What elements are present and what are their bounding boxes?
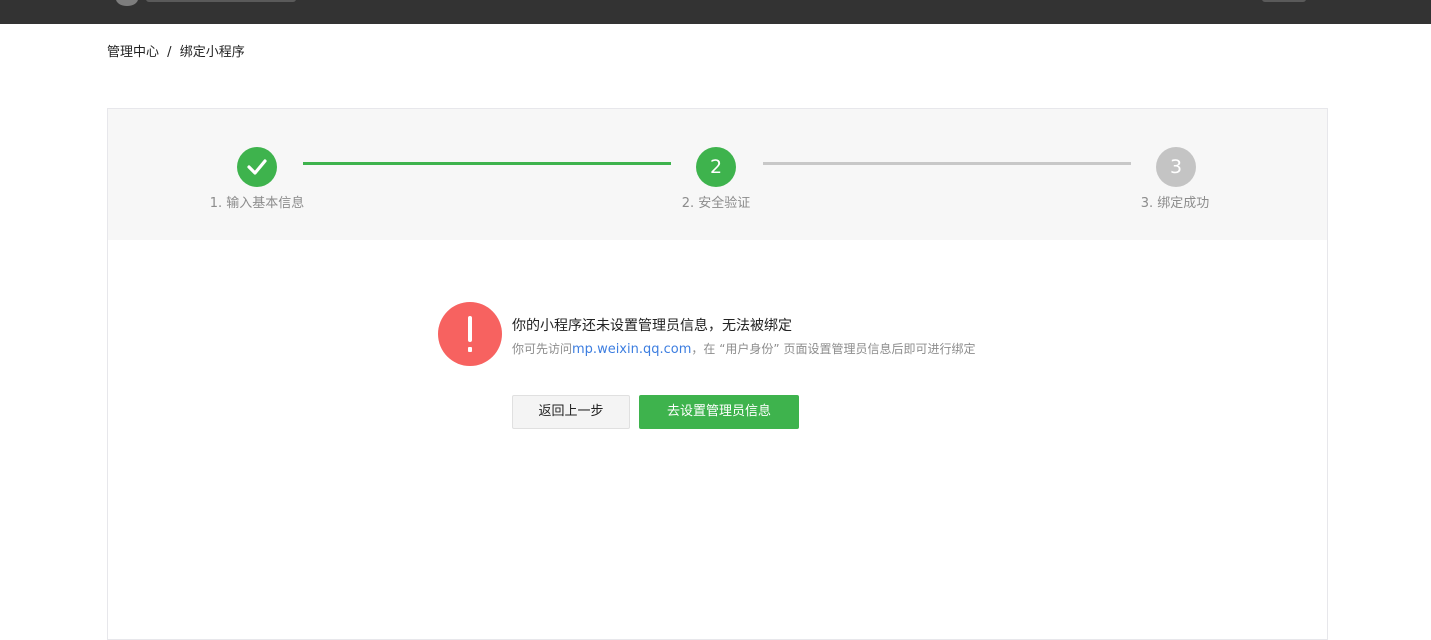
step-2-label: 2. 安全验证 bbox=[681, 196, 751, 211]
step-connector-2 bbox=[763, 162, 1131, 165]
notice-desc-suffix: ，在 “用户身份” 页面设置管理员信息后即可进行绑定 bbox=[691, 342, 976, 356]
top-navigation-bar bbox=[0, 0, 1431, 24]
step-3-indicator: 3 bbox=[1156, 147, 1196, 187]
brand-text bbox=[146, 0, 296, 2]
wechat-logo-icon[interactable] bbox=[116, 0, 138, 6]
breadcrumb-home-link[interactable]: 管理中心 bbox=[107, 45, 159, 60]
check-icon bbox=[247, 159, 267, 175]
step-1-label: 1. 输入基本信息 bbox=[209, 196, 305, 211]
breadcrumb: 管理中心 / 绑定小程序 bbox=[107, 44, 245, 62]
step-progress: 1. 输入基本信息 2 2. 安全验证 3 3. 绑定成功 bbox=[108, 109, 1327, 240]
step-3-label: 3. 绑定成功 bbox=[1140, 196, 1210, 211]
setup-admin-button[interactable]: 去设置管理员信息 bbox=[639, 395, 799, 429]
breadcrumb-current: 绑定小程序 bbox=[179, 45, 245, 60]
notice-title: 你的小程序还未设置管理员信息，无法被绑定 bbox=[512, 318, 792, 334]
mp-weixin-link[interactable]: mp.weixin.qq.com bbox=[572, 342, 691, 357]
step-1-check-icon bbox=[237, 147, 277, 187]
exclamation-icon bbox=[438, 302, 502, 366]
back-button[interactable]: 返回上一步 bbox=[512, 395, 630, 429]
step-connector-1 bbox=[303, 162, 671, 165]
user-menu[interactable] bbox=[1262, 0, 1306, 2]
step-2-indicator: 2 bbox=[696, 147, 736, 187]
bind-miniprogram-panel: 1. 输入基本信息 2 2. 安全验证 3 3. 绑定成功 你的小程序还未设置管… bbox=[107, 108, 1328, 640]
notice-desc-prefix: 你可先访问 bbox=[512, 342, 573, 356]
breadcrumb-separator: / bbox=[167, 45, 172, 60]
notice-description: 你可先访问mp.weixin.qq.com，在 “用户身份” 页面设置管理员信息… bbox=[512, 340, 975, 359]
